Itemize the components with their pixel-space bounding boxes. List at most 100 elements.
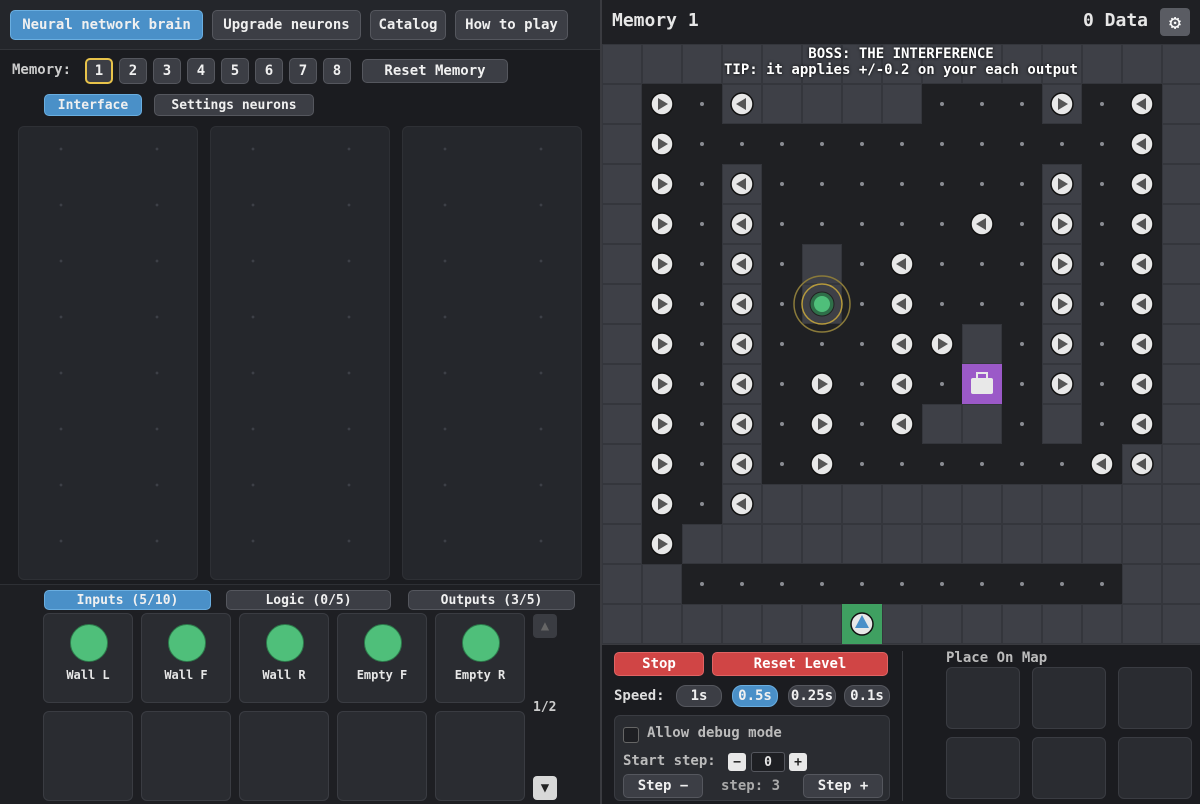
wall-tile (802, 84, 842, 124)
speed-0-5s-button[interactable]: 0.5s (732, 685, 778, 707)
boss-tip: TIP: it applies +/-0.2 on your each outp… (723, 62, 1078, 78)
start-step-decrement[interactable]: − (728, 753, 746, 771)
input-neuron-card[interactable]: Wall R (239, 613, 329, 703)
memory-slot-5[interactable]: 5 (221, 58, 249, 84)
place-slot[interactable] (946, 667, 1020, 729)
memory-slot-8[interactable]: 8 (323, 58, 351, 84)
input-column-panel[interactable] (18, 126, 198, 580)
wall-tile (1162, 484, 1200, 524)
floor-dot (940, 582, 944, 586)
floor-dot (1100, 342, 1104, 346)
speed-0-1s-button[interactable]: 0.1s (844, 685, 890, 707)
start-step-increment[interactable]: + (789, 753, 807, 771)
wall-tile (882, 604, 922, 644)
input-neuron-card[interactable]: Empty R (435, 613, 525, 703)
wall-tile (1162, 444, 1200, 484)
tab-how-to-play[interactable]: How to play (455, 10, 568, 40)
boss-banner: BOSS: THE INTERFERENCE TIP: it applies +… (602, 46, 1200, 78)
gear-icon[interactable]: ⚙ (1160, 8, 1190, 36)
floor-dot (1020, 462, 1024, 466)
scroll-down-icon[interactable]: ▼ (533, 776, 557, 800)
tab-neural-network-brain[interactable]: Neural network brain (10, 10, 203, 40)
wall-tile (1042, 404, 1082, 444)
tab-upgrade-neurons[interactable]: Upgrade neurons (212, 10, 361, 40)
memory-slot-4[interactable]: 4 (187, 58, 215, 84)
wall-tile (1162, 404, 1200, 444)
debug-checkbox[interactable] (623, 727, 639, 743)
floor-dot (980, 582, 984, 586)
subtab-interface[interactable]: Interface (44, 94, 142, 116)
floor-dot (700, 302, 704, 306)
tab-inputs[interactable]: Inputs (5/10) (44, 590, 211, 610)
wall-tile (602, 444, 642, 484)
floor-dot (700, 382, 704, 386)
floor-dot (860, 262, 864, 266)
wall-tile (1002, 524, 1042, 564)
floor-dot (940, 382, 944, 386)
floor-dot (1020, 102, 1024, 106)
floor-dot (700, 102, 704, 106)
input-neuron-card[interactable]: Wall F (141, 613, 231, 703)
control-panel: Stop Reset Level Speed: 1s 0.5s 0.25s 0.… (602, 644, 1200, 804)
subtab-settings-neurons[interactable]: Settings neurons (154, 94, 314, 116)
scroll-up-icon[interactable]: ▲ (533, 614, 557, 638)
tab-logic[interactable]: Logic (0/5) (226, 590, 391, 610)
memory-slot-3[interactable]: 3 (153, 58, 181, 84)
place-slot[interactable] (1118, 737, 1192, 799)
memory-slot-2[interactable]: 2 (119, 58, 147, 84)
game-panel: Memory 1 0 Data ⚙ BOSS: THE INTERFERENCE… (600, 0, 1200, 804)
neuron-node-icon (70, 624, 108, 662)
page-indicator: 1/2 (533, 700, 557, 715)
neuron-label: Wall R (262, 668, 306, 682)
place-slot[interactable] (1032, 667, 1106, 729)
wall-tile (602, 244, 642, 284)
floor-dot (940, 302, 944, 306)
tab-outputs[interactable]: Outputs (3/5) (408, 590, 575, 610)
memory-slot-6[interactable]: 6 (255, 58, 283, 84)
step-forward-button[interactable]: Step + (803, 774, 883, 798)
game-map[interactable] (602, 44, 1200, 644)
floor-dot (820, 342, 824, 346)
memory-slot-7[interactable]: 7 (289, 58, 317, 84)
output-column-panel[interactable] (402, 126, 582, 580)
floor-dot (860, 582, 864, 586)
floor-dot (700, 342, 704, 346)
floor-dot (1100, 382, 1104, 386)
logic-column-panel[interactable] (210, 126, 390, 580)
floor-dot (780, 302, 784, 306)
floor-dot (940, 142, 944, 146)
input-neuron-card[interactable]: Empty F (337, 613, 427, 703)
floor-dot (860, 462, 864, 466)
data-counter: 0 Data (1082, 10, 1148, 31)
start-step-input[interactable]: 0 (751, 752, 785, 772)
floor-dot (1100, 142, 1104, 146)
wall-tile (1162, 564, 1200, 604)
wall-tile (1162, 204, 1200, 244)
floor-dot (1100, 582, 1104, 586)
place-slot[interactable] (1032, 737, 1106, 799)
wall-tile (802, 244, 842, 284)
tab-catalog[interactable]: Catalog (370, 10, 446, 40)
speed-1s-button[interactable]: 1s (676, 685, 722, 707)
place-slot[interactable] (1118, 667, 1192, 729)
step-back-button[interactable]: Step − (623, 774, 703, 798)
wall-tile (682, 524, 722, 564)
floor-dot (1060, 142, 1064, 146)
floor-dot (780, 462, 784, 466)
floor-dot (820, 582, 824, 586)
neuron-label: Empty F (356, 668, 408, 682)
place-slot[interactable] (946, 737, 1020, 799)
floor-dot (1060, 462, 1064, 466)
reset-memory-button[interactable]: Reset Memory (362, 59, 508, 83)
reset-level-button[interactable]: Reset Level (712, 652, 888, 676)
floor-dot (740, 142, 744, 146)
wall-tile (1082, 524, 1122, 564)
floor-dot (1100, 102, 1104, 106)
wall-tile (602, 404, 642, 444)
memory-slot-1[interactable]: 1 (85, 58, 113, 84)
floor-dot (700, 142, 704, 146)
stop-button[interactable]: Stop (614, 652, 704, 676)
input-neuron-card[interactable]: Wall L (43, 613, 133, 703)
speed-0-25s-button[interactable]: 0.25s (788, 685, 836, 707)
wall-tile (722, 524, 762, 564)
